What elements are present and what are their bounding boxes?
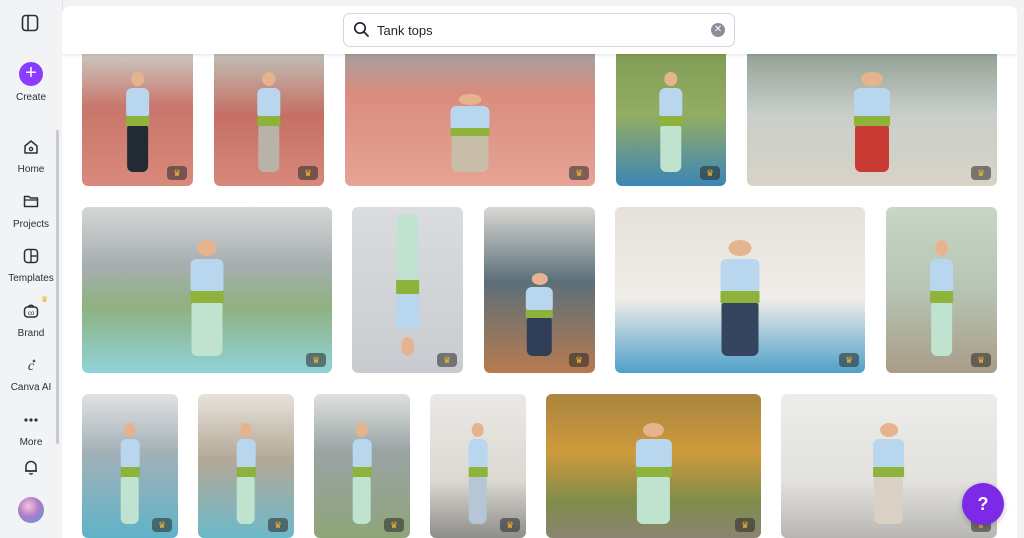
premium-crown-icon: ♛ <box>700 166 720 180</box>
photo-result[interactable]: ♛ <box>546 394 761 538</box>
photo-result[interactable]: ♛ <box>352 207 463 373</box>
home-icon[interactable] <box>21 137 41 157</box>
sidebar-item-more[interactable]: More <box>0 437 62 448</box>
sidebar-item-canva-ai[interactable]: Canva AI <box>0 382 62 393</box>
photo-result[interactable]: ♛ <box>886 207 997 373</box>
premium-crown-icon: ♛ <box>41 295 49 304</box>
notifications-bell-icon[interactable] <box>21 457 41 477</box>
photo-result[interactable]: ♛ <box>82 207 332 373</box>
sidebar-item-templates[interactable]: Templates <box>0 273 62 284</box>
more-icon[interactable] <box>21 410 41 430</box>
search-input[interactable] <box>377 14 697 46</box>
clear-search-icon[interactable]: ✕ <box>711 23 725 37</box>
brand-icon[interactable]: co <box>21 301 41 321</box>
premium-crown-icon: ♛ <box>569 353 589 367</box>
photo-result[interactable]: ♛ <box>345 44 595 186</box>
sidebar-item-brand[interactable]: Brand <box>0 328 62 339</box>
premium-crown-icon: ♛ <box>735 518 755 532</box>
photo-result[interactable]: ♛ <box>781 394 997 538</box>
create-button[interactable]: + <box>19 62 43 86</box>
premium-crown-icon: ♛ <box>167 166 187 180</box>
photo-result[interactable]: ♛ <box>430 394 526 538</box>
search-icon <box>353 21 370 43</box>
premium-crown-icon: ♛ <box>384 518 404 532</box>
avatar[interactable] <box>18 497 44 523</box>
svg-text:co: co <box>28 311 35 317</box>
templates-icon[interactable] <box>21 246 41 266</box>
search-header: ✕ <box>62 6 1017 54</box>
sidebar-item-home[interactable]: Home <box>0 164 62 175</box>
photo-result[interactable]: ♛ <box>82 394 178 538</box>
photo-result[interactable]: ♛ <box>484 207 595 373</box>
premium-crown-icon: ♛ <box>437 353 457 367</box>
premium-crown-icon: ♛ <box>971 166 991 180</box>
sidebar-item-projects[interactable]: Projects <box>0 219 62 230</box>
photo-result[interactable]: ♛ <box>82 44 193 186</box>
search-box[interactable]: ✕ <box>343 13 735 47</box>
photo-result[interactable]: ♛ <box>214 44 324 186</box>
folder-icon[interactable] <box>21 191 41 211</box>
toggle-sidebar-icon[interactable] <box>19 12 41 34</box>
sidebar-scrollbar[interactable] <box>56 130 59 444</box>
results-panel: ✕ ♛ ♛ ♛ ♛ ♛ ♛ ♛ ♛ ♛ ♛ <box>62 6 1017 538</box>
photo-result[interactable]: ♛ <box>314 394 410 538</box>
canva-ai-icon[interactable]: c <box>21 355 41 375</box>
premium-crown-icon: ♛ <box>152 518 172 532</box>
photo-result[interactable]: ♛ <box>615 207 865 373</box>
premium-crown-icon: ♛ <box>839 353 859 367</box>
premium-crown-icon: ♛ <box>569 166 589 180</box>
premium-crown-icon: ♛ <box>971 353 991 367</box>
help-button[interactable]: ? <box>962 483 1004 525</box>
photo-result[interactable]: ♛ <box>198 394 294 538</box>
create-label: Create <box>15 92 46 103</box>
left-rail: + Create Home Projects Templates co ♛ Br… <box>0 0 63 538</box>
premium-crown-icon: ♛ <box>298 166 318 180</box>
premium-crown-icon: ♛ <box>500 518 520 532</box>
premium-crown-icon: ♛ <box>306 353 326 367</box>
photo-result[interactable]: ♛ <box>616 44 726 186</box>
premium-crown-icon: ♛ <box>268 518 288 532</box>
photo-result[interactable]: ♛ <box>747 44 997 186</box>
